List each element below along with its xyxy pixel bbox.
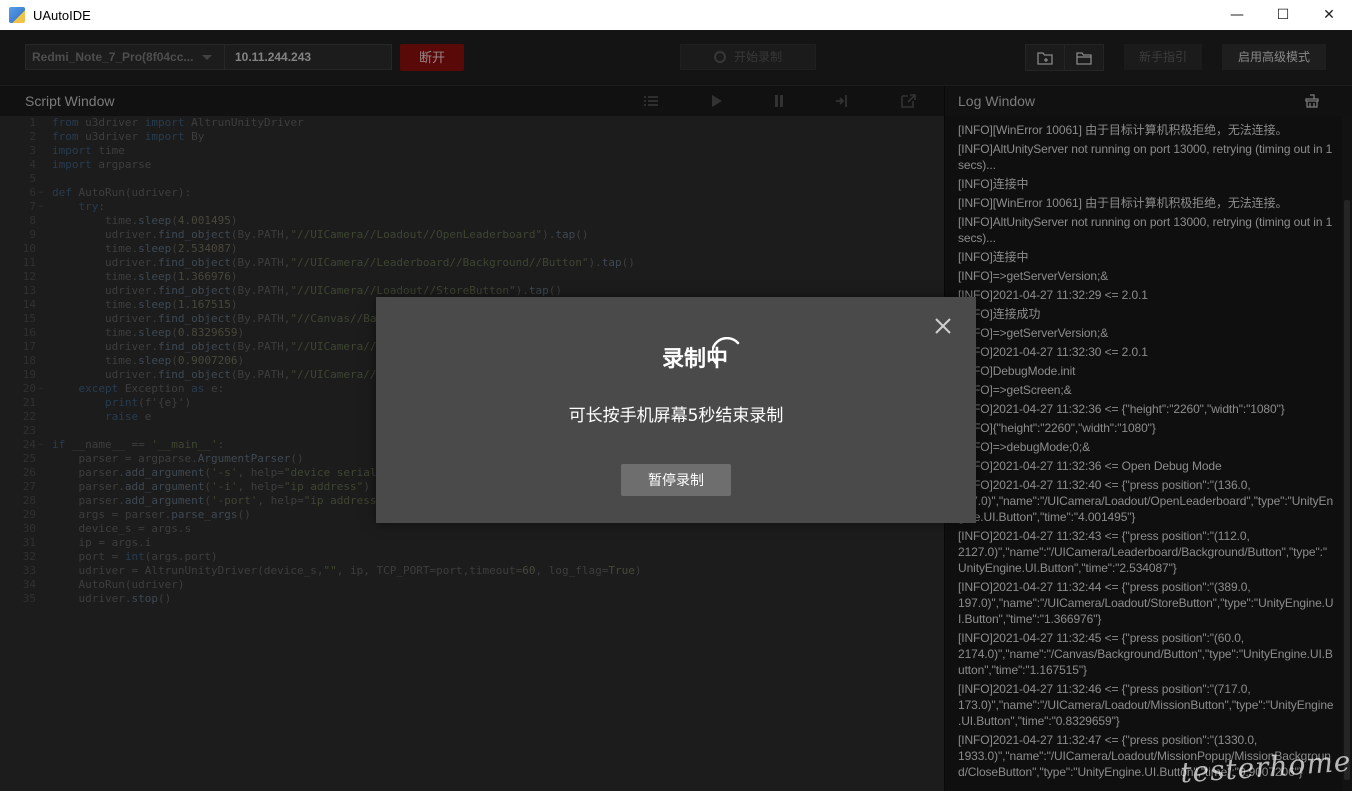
maximize-button[interactable]: ☐	[1260, 0, 1306, 30]
loading-spinner-icon	[712, 337, 740, 365]
close-button[interactable]: ✕	[1306, 0, 1352, 30]
window-title: UAutoIDE	[33, 7, 91, 23]
app-icon	[9, 7, 25, 23]
recording-hint: 可长按手机屏幕5秒结束录制	[568, 406, 784, 426]
recording-title: 录制中	[376, 341, 976, 373]
window-controls: — ☐ ✕	[1214, 0, 1352, 30]
close-icon[interactable]	[932, 315, 954, 337]
minimize-button[interactable]: —	[1214, 0, 1260, 30]
recording-dialog: 录制中 可长按手机屏幕5秒结束录制 暂停录制	[376, 297, 976, 523]
title-bar: UAutoIDE — ☐ ✕	[0, 0, 1352, 30]
pause-recording-button[interactable]: 暂停录制	[621, 464, 731, 496]
